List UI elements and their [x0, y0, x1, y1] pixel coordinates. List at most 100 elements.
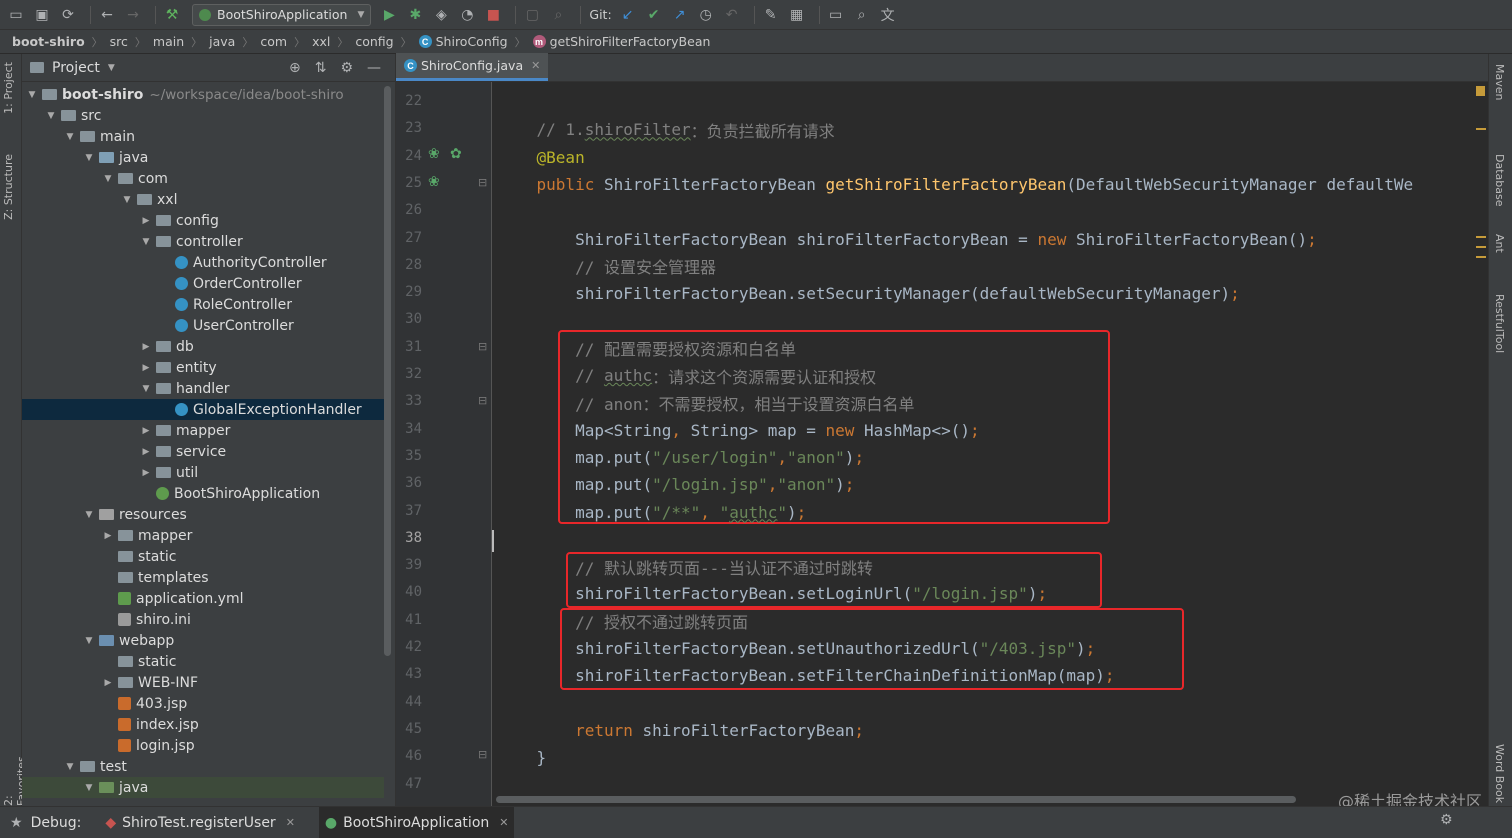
debug-icon[interactable]: ✱ — [405, 5, 425, 25]
code-line[interactable]: shiroFilterFactoryBean.setLoginUrl("/log… — [498, 580, 1047, 607]
tree-item[interactable]: ▶ db — [22, 336, 384, 357]
git-push-icon[interactable]: ↗ — [670, 5, 690, 25]
close-icon[interactable]: ✕ — [286, 816, 295, 829]
tree-item[interactable]: ▼ controller — [22, 231, 384, 252]
tool-tab-structure[interactable]: Z: Structure — [2, 154, 15, 220]
code-line[interactable]: // authc ：请求这个资源需要认证和授权 — [498, 362, 876, 389]
tree-item[interactable]: ▼ resources — [22, 504, 384, 525]
tool-tab-project[interactable]: 1: Project — [2, 62, 15, 114]
search-everywhere-icon[interactable]: ⌕ — [548, 5, 568, 25]
breadcrumb-item[interactable]: xxl — [312, 34, 330, 49]
attach-icon[interactable]: ▢ — [522, 5, 542, 25]
tree-item[interactable]: ▶static — [22, 546, 384, 567]
tree-item[interactable]: ▶OrderController — [22, 273, 384, 294]
chevron-right-icon[interactable]: ▶ — [140, 216, 152, 226]
collapse-all-icon[interactable]: ⇅ — [315, 60, 327, 76]
warning-marker[interactable] — [1476, 86, 1485, 96]
chevron-down-icon[interactable]: ▼ — [83, 636, 95, 646]
terminal-icon[interactable]: ▭ — [826, 5, 846, 25]
chevron-right-icon[interactable]: ▶ — [140, 342, 152, 352]
open-folder-icon[interactable]: ▭ — [6, 5, 26, 25]
run-icon[interactable]: ▶ — [379, 5, 399, 25]
chevron-right-icon[interactable]: ▶ — [140, 426, 152, 436]
code-editor[interactable]: // 1. shiroFilter ：负责拦截所有请求 @Bean public S… — [492, 82, 1488, 806]
pin-icon[interactable]: ★ — [10, 815, 23, 831]
breadcrumb-item[interactable]: com — [260, 34, 287, 49]
breadcrumb-item-method[interactable]: m getShiroFilterFactoryBean — [532, 34, 710, 49]
tree-item[interactable]: ▶ config — [22, 210, 384, 231]
tree-item[interactable]: ▶ service — [22, 441, 384, 462]
tool-tab-wordbook[interactable]: Word Book — [1493, 744, 1506, 803]
chevron-down-icon[interactable]: ▼ — [140, 237, 152, 247]
code-line[interactable]: shiroFilterFactoryBean.setSecurityManage… — [498, 280, 1240, 307]
tree-item[interactable]: ▼ xxl — [22, 189, 384, 210]
code-line[interactable]: // anon：不需要授权，相当于设置资源白名单 — [498, 389, 914, 416]
back-icon[interactable]: ← — [97, 5, 117, 25]
rollback-icon[interactable]: ↶ — [722, 5, 742, 25]
code-line[interactable]: // 授权不通过跳转页面 — [498, 608, 748, 635]
translate-icon[interactable]: 文 — [878, 5, 898, 25]
code-line[interactable]: @Bean — [498, 144, 585, 171]
tree-item[interactable]: ▶ WEB-INF — [22, 672, 384, 693]
spring-bean-icon[interactable]: ✿ — [450, 146, 462, 162]
code-line[interactable]: Map<String, String> map = new HashMap<>(… — [498, 417, 980, 444]
chevron-down-icon[interactable]: ▼ — [26, 90, 38, 100]
project-panel-title[interactable]: Project — [52, 60, 100, 76]
tree-item[interactable]: ▼ src — [22, 105, 384, 126]
debug-tab-shirotest[interactable]: ◆ ShiroTest.registerUser ✕ — [99, 807, 301, 838]
tree-item[interactable]: ▶static — [22, 651, 384, 672]
code-line[interactable]: // 设置安全管理器 — [498, 253, 716, 280]
fold-icon[interactable]: ⊟ — [478, 176, 487, 189]
stop-icon[interactable]: ■ — [483, 5, 503, 25]
tree-item[interactable]: ▼ java — [22, 777, 384, 798]
tree-item[interactable]: ▶BootShiroApplication — [22, 483, 384, 504]
tree-item[interactable]: ▼ com — [22, 168, 384, 189]
tree-item[interactable]: ▶403.jsp — [22, 693, 384, 714]
breadcrumb-item[interactable]: boot-shiro — [12, 34, 85, 49]
breadcrumb-item-class[interactable]: C ShiroConfig — [418, 34, 508, 49]
tree-item[interactable]: ▶ mapper — [22, 420, 384, 441]
tree-item[interactable]: ▼ main — [22, 126, 384, 147]
tree-item[interactable]: ▼ test — [22, 756, 384, 777]
tree-item[interactable]: ▶RoleController — [22, 294, 384, 315]
editor-error-stripe[interactable] — [1474, 82, 1488, 806]
editor-horizontal-scrollbar[interactable] — [496, 796, 1296, 803]
tree-item[interactable]: ▶templates — [22, 567, 384, 588]
search-icon[interactable]: ⌕ — [852, 5, 872, 25]
tool-tab-restfultool[interactable]: RestfulTool — [1493, 294, 1506, 353]
project-scrollbar[interactable] — [384, 86, 391, 656]
chevron-down-icon[interactable]: ▼ — [64, 132, 76, 142]
history-icon[interactable]: ◷ — [696, 5, 716, 25]
chevron-down-icon[interactable]: ▼ — [45, 111, 57, 121]
chevron-right-icon[interactable]: ▶ — [140, 447, 152, 457]
tree-item[interactable]: ▼ handler — [22, 378, 384, 399]
code-line[interactable]: // 默认跳转页面---当认证不通过时跳转 — [498, 553, 873, 580]
code-line[interactable]: // 配置需要授权资源和白名单 — [498, 335, 796, 362]
tree-item[interactable]: ▶application.yml — [22, 588, 384, 609]
code-line[interactable]: map.put("/user/login", "anon"); — [498, 444, 864, 471]
sync-icon[interactable]: ⟳ — [58, 5, 78, 25]
tree-item[interactable]: ▶shiro.ini — [22, 609, 384, 630]
breadcrumb-item[interactable]: config — [355, 34, 393, 49]
code-line[interactable]: ShiroFilterFactoryBean shiroFilterFactor… — [498, 226, 1317, 253]
chevron-down-icon[interactable]: ▼ — [83, 783, 95, 793]
chevron-down-icon[interactable]: ▼ — [64, 762, 76, 772]
tree-item[interactable]: ▶login.jsp — [22, 735, 384, 756]
code-line[interactable]: // 1. shiroFilter ：负责拦截所有请求 — [498, 116, 835, 143]
warning-marker[interactable] — [1476, 246, 1486, 248]
tool-tab-database[interactable]: Database — [1493, 154, 1506, 207]
spring-bean-icon[interactable]: ❀ — [428, 174, 440, 190]
chevron-down-icon[interactable]: ▼ — [108, 63, 115, 73]
chevron-right-icon[interactable]: ▶ — [140, 363, 152, 373]
code-line[interactable]: shiroFilterFactoryBean.setUnauthorizedUr… — [498, 635, 1095, 662]
fold-icon[interactable]: ⊟ — [478, 340, 487, 353]
coverage-icon[interactable]: ◈ — [431, 5, 451, 25]
code-line[interactable]: map.put("/**", " authc "); — [498, 499, 806, 526]
locate-icon[interactable]: ⊕ — [289, 60, 301, 76]
code-line[interactable]: } — [498, 744, 547, 771]
chevron-right-icon[interactable]: ▶ — [102, 678, 114, 688]
editor-gutter[interactable]: ❀ ✿ ❀ ⊟ ⊟ ⊟ ⊟ 22 23 24 25 26 27 28 29 30 31 32 33 34… — [396, 82, 492, 806]
close-icon[interactable]: ✕ — [499, 816, 508, 829]
tree-item[interactable]: ▶ mapper — [22, 525, 384, 546]
code-line[interactable]: map.put("/login.jsp", "anon"); — [498, 471, 854, 498]
